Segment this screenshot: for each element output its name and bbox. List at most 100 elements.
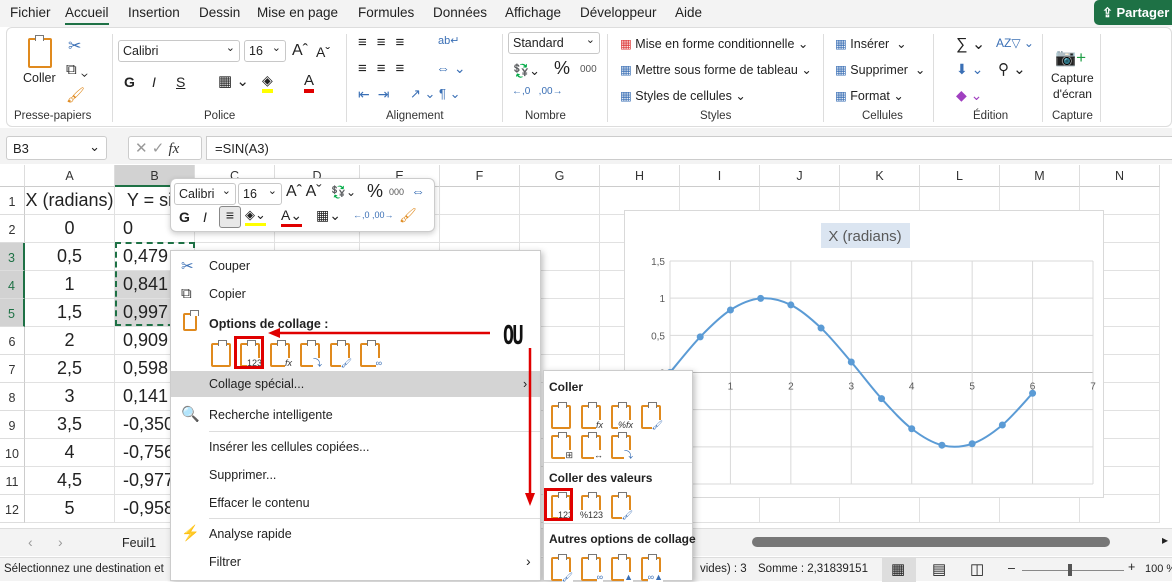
tab-5[interactable]: Formules: [358, 5, 414, 20]
formula-input[interactable]: =SIN(A3): [206, 136, 1172, 160]
mini-accounting-icon[interactable]: 💱⌄: [331, 185, 356, 199]
mini-merge-icon[interactable]: ⇔: [411, 183, 425, 199]
next-sheet-icon[interactable]: ›: [58, 534, 63, 550]
conditional-format-button[interactable]: ▦ Mise en forme conditionnelle ⌄: [620, 36, 808, 51]
chart[interactable]: -1,5-1-0,500,511,501234567X (radians): [624, 210, 1104, 498]
tab-9[interactable]: Aide: [675, 5, 702, 20]
cell-A4[interactable]: 1: [25, 271, 115, 299]
row-header-1[interactable]: 1: [0, 187, 25, 215]
menu-item-filter[interactable]: Filtrer: [209, 555, 241, 569]
italic-button[interactable]: I: [152, 74, 156, 90]
horizontal-scrollbar[interactable]: [752, 537, 1110, 547]
cell-A12[interactable]: 5: [25, 495, 115, 523]
column-header-K[interactable]: K: [840, 165, 920, 187]
format-as-table-button[interactable]: ▦ Mettre sous forme de tableau ⌄: [620, 62, 812, 77]
zoom-in-icon[interactable]: +: [1128, 560, 1135, 574]
cell-A2[interactable]: 0: [25, 215, 115, 243]
mini-center-align-icon[interactable]: ≡: [219, 206, 241, 228]
insert-function-button[interactable]: fx: [169, 141, 180, 157]
decrease-font-icon[interactable]: Aˇ: [316, 44, 330, 60]
copy-icon[interactable]: ⧉ ⌄: [66, 61, 88, 78]
cell-A9[interactable]: 3,5: [25, 411, 115, 439]
cell-G2[interactable]: [520, 215, 600, 243]
paste-formulas-number-format-icon[interactable]: %fx: [611, 402, 633, 430]
paste-keep-source-format-icon[interactable]: 🖌: [641, 402, 663, 430]
scroll-right-icon[interactable]: ▸: [1162, 533, 1168, 547]
row-header-3[interactable]: 3: [0, 243, 25, 271]
row-header-5[interactable]: 5: [0, 299, 25, 327]
cell-A7[interactable]: 2,5: [25, 355, 115, 383]
paste-all-icon[interactable]: [551, 402, 571, 429]
sheet-tab-feuil1[interactable]: Feuil1: [122, 536, 156, 550]
fill-color-icon[interactable]: ◈: [262, 72, 273, 93]
number-format-select[interactable]: Standard: [508, 32, 600, 54]
cell-L12[interactable]: [920, 495, 1000, 523]
paste-picture-icon[interactable]: ▲: [611, 554, 633, 582]
bold-button[interactable]: G: [124, 74, 135, 90]
horizontal-align-icons[interactable]: ≡≡≡: [358, 60, 414, 77]
cell-J12[interactable]: [760, 495, 840, 523]
paste-column-widths-icon[interactable]: ↔: [581, 432, 603, 460]
tab-6[interactable]: Données: [433, 5, 487, 20]
page-layout-icon[interactable]: ▤: [932, 560, 946, 578]
tab-0[interactable]: Fichier: [10, 5, 51, 20]
column-header-I[interactable]: I: [680, 165, 760, 187]
find-icon[interactable]: ⚲ ⌄: [998, 60, 1026, 78]
cell-G1[interactable]: [520, 187, 600, 215]
column-header-H[interactable]: H: [600, 165, 680, 187]
accounting-icon[interactable]: 💱⌄: [513, 63, 540, 79]
mini-font-select[interactable]: Calibri: [174, 183, 236, 205]
mini-italic-button[interactable]: I: [203, 209, 207, 225]
increase-font-icon[interactable]: Aˆ: [292, 42, 308, 60]
paste-no-borders-icon[interactable]: ⊞: [551, 432, 573, 460]
row-header-6[interactable]: 6: [0, 327, 25, 355]
tab-2[interactable]: Insertion: [128, 5, 180, 20]
row-header-4[interactable]: 4: [0, 271, 25, 299]
mini-bold-button[interactable]: G: [179, 209, 190, 225]
borders-icon[interactable]: ▦ ⌄: [218, 72, 249, 90]
paste-values-source-format-icon[interactable]: 🖌: [611, 492, 633, 520]
autosum-icon[interactable]: ∑ ⌄: [956, 34, 985, 54]
cell-styles-button[interactable]: ▦ Styles de cellules ⌄: [620, 88, 746, 103]
paste-icon[interactable]: [28, 35, 52, 68]
screenshot-icon[interactable]: 📷+: [1055, 48, 1086, 68]
mini-format-painter-icon[interactable]: 🖌: [399, 207, 417, 224]
select-all-corner[interactable]: [0, 165, 25, 187]
cell-A3[interactable]: 0,5: [25, 243, 115, 271]
name-box[interactable]: B3 ⌄: [6, 136, 107, 160]
zoom-slider[interactable]: [1022, 570, 1124, 571]
mini-size-select[interactable]: 16: [238, 183, 282, 205]
cell-N12[interactable]: [1080, 495, 1160, 523]
tab-7[interactable]: Affichage: [505, 5, 561, 20]
cell-A11[interactable]: 4,5: [25, 467, 115, 495]
font-color-icon[interactable]: A: [304, 72, 315, 93]
format-painter-icon[interactable]: 🖌: [66, 86, 85, 104]
cell-A1[interactable]: X (radians): [25, 187, 115, 215]
clear-icon[interactable]: ◆ ⌄: [956, 87, 982, 104]
mini-thousands-button[interactable]: 000: [389, 187, 404, 197]
tab-4[interactable]: Mise en page: [257, 5, 338, 20]
enter-icon[interactable]: ✓: [152, 140, 165, 157]
cut-icon[interactable]: ✂: [68, 36, 81, 56]
row-header-2[interactable]: 2: [0, 215, 25, 243]
merge-center-icon[interactable]: ⇔ ⌄: [436, 60, 466, 77]
zoom-slider-handle[interactable]: [1068, 564, 1072, 576]
page-break-icon[interactable]: ◫: [970, 560, 984, 578]
underline-button[interactable]: S: [176, 74, 185, 90]
column-header-A[interactable]: A: [25, 165, 115, 187]
zoom-out-icon[interactable]: –: [1008, 561, 1015, 575]
tab-1[interactable]: Accueil: [65, 5, 109, 25]
cell-M12[interactable]: [1000, 495, 1080, 523]
indent-icons[interactable]: ⇤⇥: [358, 86, 397, 103]
row-header-9[interactable]: 9: [0, 411, 25, 439]
cell-A10[interactable]: 4: [25, 439, 115, 467]
paste-icon[interactable]: [211, 340, 231, 367]
paste-formatting-icon[interactable]: 🖌: [551, 554, 573, 582]
row-header-8[interactable]: 8: [0, 383, 25, 411]
prev-sheet-icon[interactable]: ‹: [28, 534, 33, 550]
paste-linked-picture-icon[interactable]: ∞▲: [641, 554, 663, 582]
cell-K12[interactable]: [840, 495, 920, 523]
mini-percent-button[interactable]: %: [367, 181, 383, 202]
decimal-icons[interactable]: ←,0 ,00→: [512, 86, 563, 97]
row-header-7[interactable]: 7: [0, 355, 25, 383]
